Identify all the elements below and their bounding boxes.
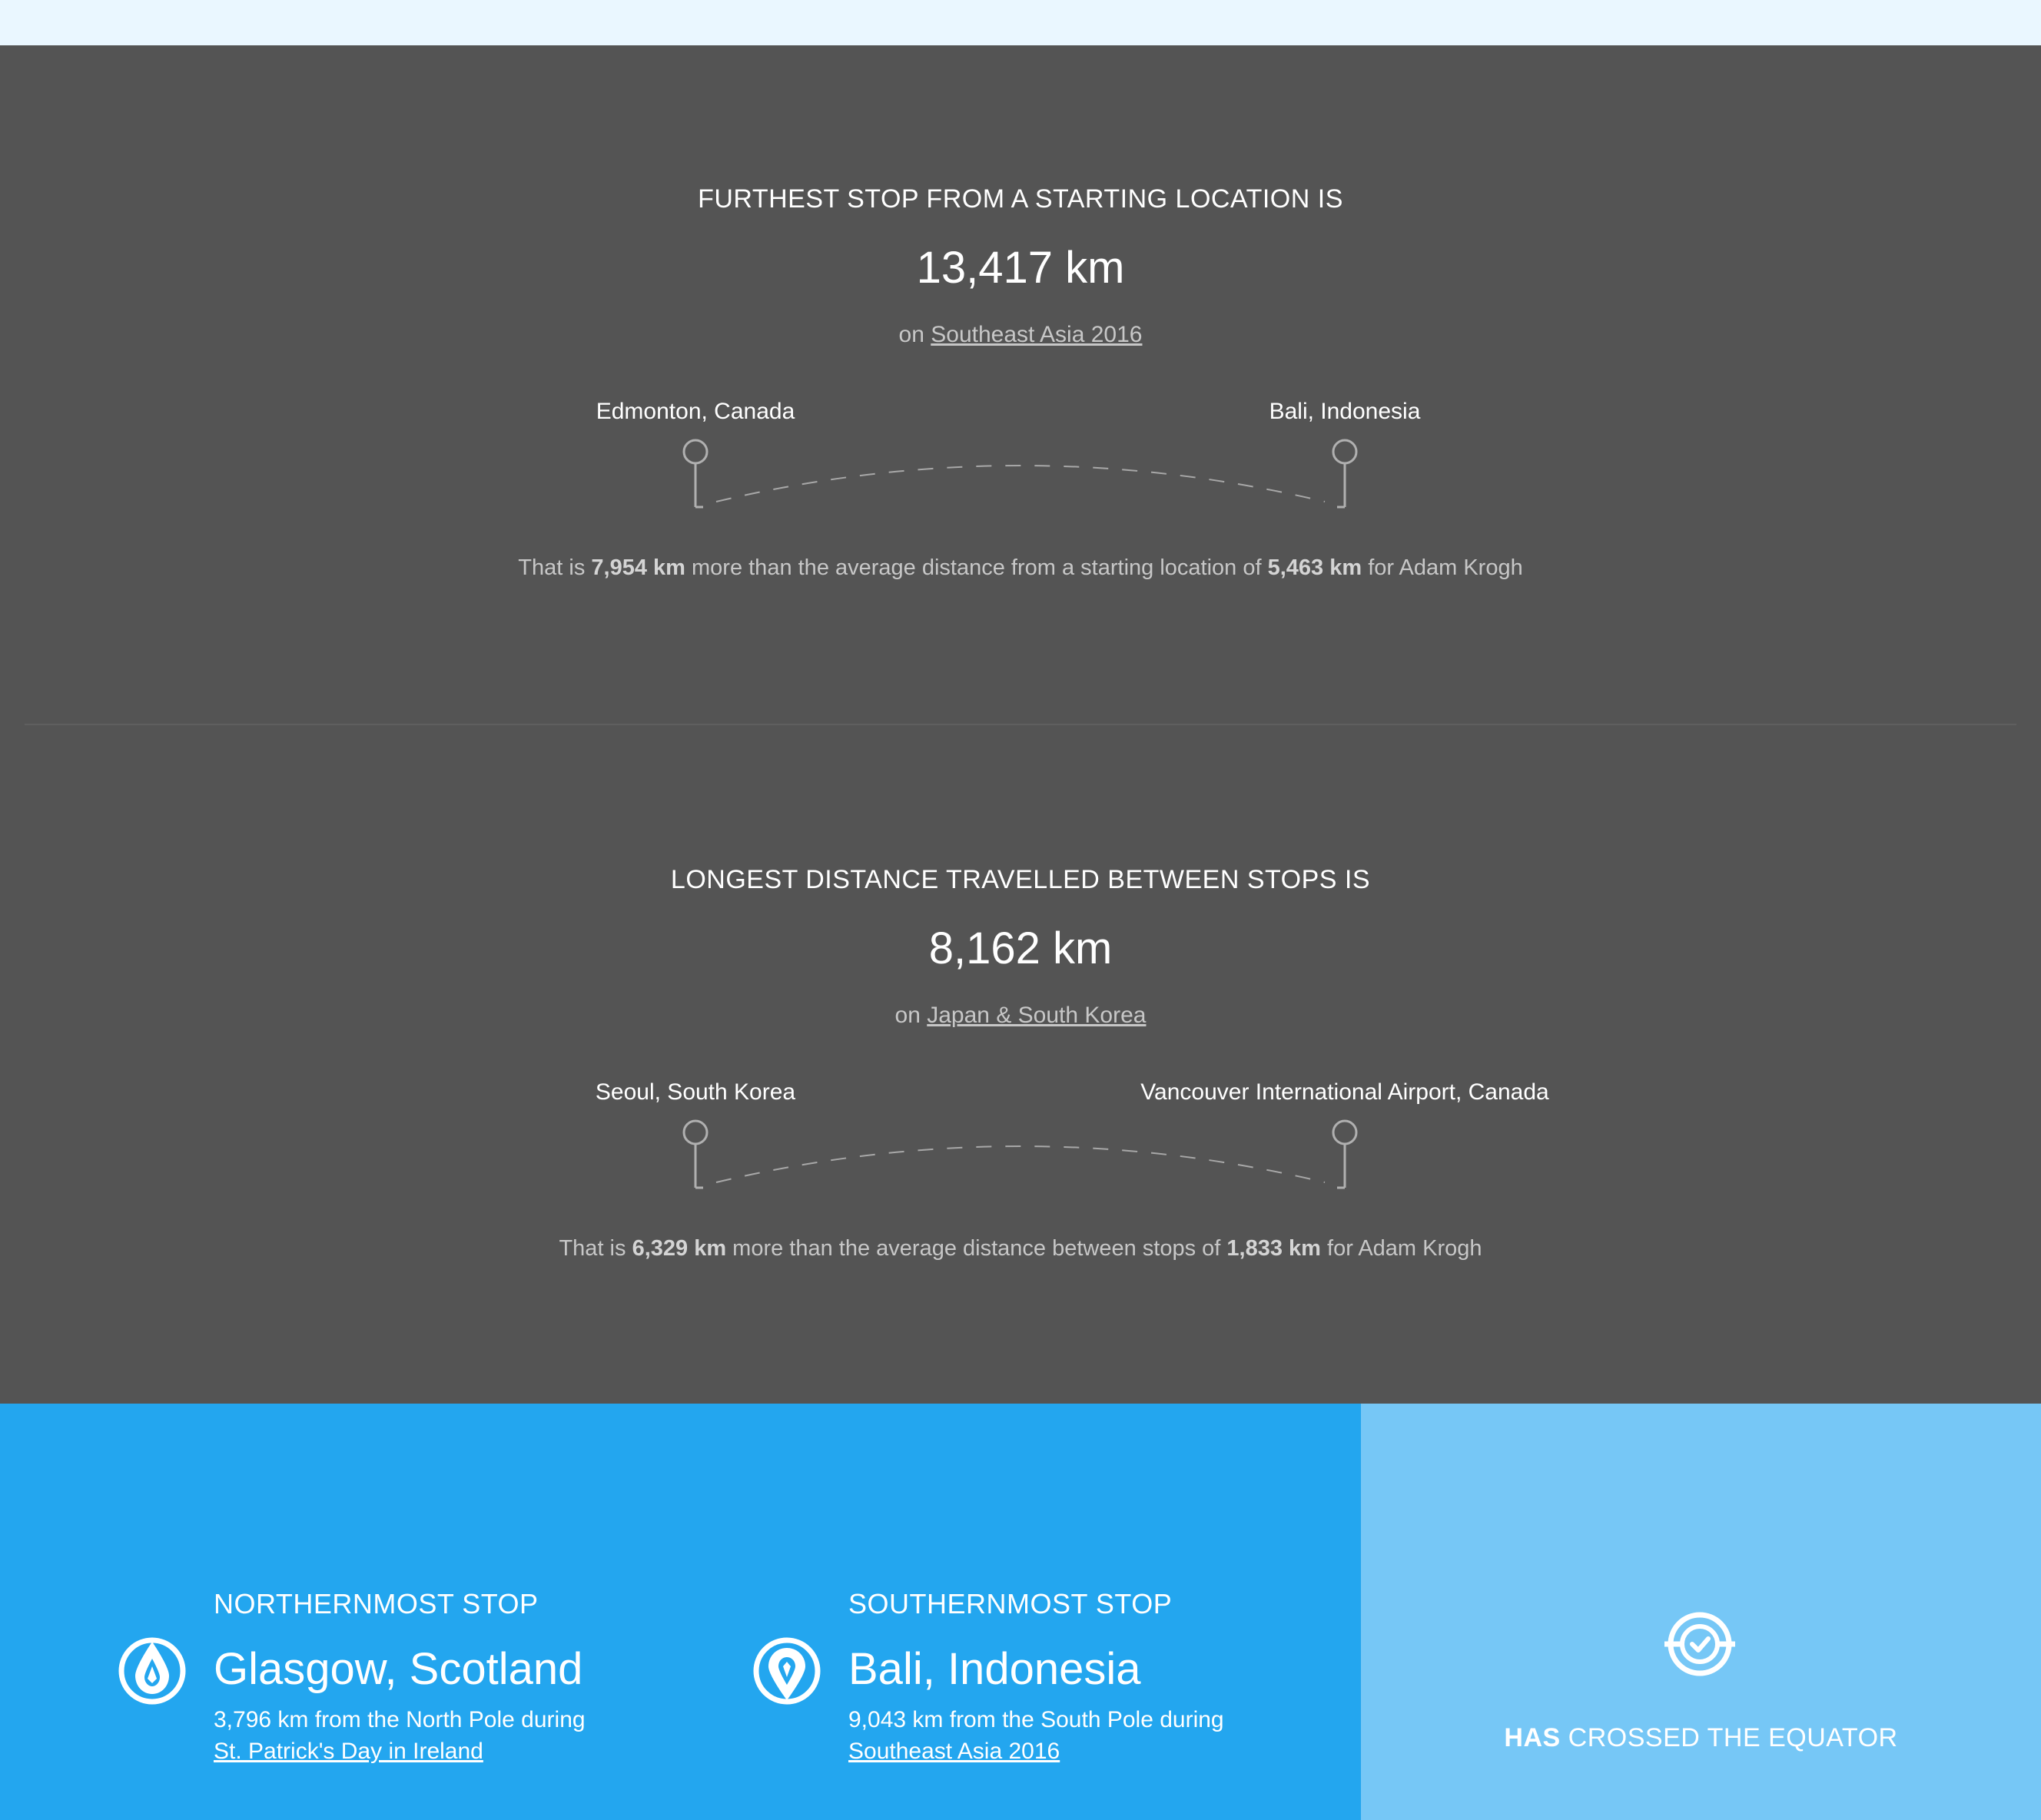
top-strip	[0, 0, 2041, 45]
section-divider	[25, 724, 2016, 725]
to-pin-icon	[1332, 439, 1358, 509]
north-pin-icon	[118, 1637, 186, 1705]
southernmost-trip-link[interactable]: Southeast Asia 2016	[848, 1739, 1060, 1765]
southernmost-label: SOUTHERNMOST STOP	[848, 1588, 1173, 1619]
route-arc-graphic	[682, 439, 1358, 509]
northernmost-trip-link[interactable]: St. Patrick's Day in Ireland	[214, 1739, 483, 1765]
longest-comparison: That is 6,329 km more than the average d…	[559, 1236, 1482, 1261]
northernmost-place: Glasgow, Scotland	[214, 1644, 583, 1694]
route-arc-graphic	[682, 1119, 1358, 1189]
furthest-diff: 7,954 km	[591, 555, 685, 580]
equator-status-rest: CROSSED THE EQUATOR	[1568, 1723, 1898, 1752]
extremes-panel: NORTHERNMOST STOP Glasgow, Scotland 3,79…	[0, 1404, 1361, 1820]
longest-average: 1,833 km	[1226, 1236, 1321, 1261]
to-pin-icon	[1332, 1119, 1358, 1189]
dashed-route-line	[715, 465, 1326, 502]
furthest-comparison: That is 7,954 km more than the average d…	[518, 555, 1523, 580]
southernmost-place: Bali, Indonesia	[848, 1644, 1141, 1694]
longest-distance-section: LONGEST DISTANCE TRAVELLED BETWEEN STOPS…	[0, 726, 2041, 1402]
south-pin-icon	[753, 1637, 821, 1705]
equator-check-icon	[1664, 1612, 1735, 1676]
furthest-stop-section: FURTHEST STOP FROM A STARTING LOCATION I…	[0, 45, 2041, 721]
southernmost-desc: 9,043 km from the South Pole during	[848, 1707, 1224, 1732]
northernmost-desc: 3,796 km from the North Pole during	[214, 1707, 586, 1732]
equator-status: HAS CROSSED THE EQUATOR	[1361, 1723, 2041, 1753]
from-pin-icon	[682, 1119, 709, 1189]
northernmost-label: NORTHERNMOST STOP	[214, 1588, 539, 1619]
dashed-route-line	[715, 1145, 1326, 1183]
furthest-average: 5,463 km	[1267, 555, 1362, 580]
equator-status-bold: HAS	[1504, 1723, 1561, 1752]
from-pin-icon	[682, 439, 709, 509]
longest-diff: 6,329 km	[632, 1236, 727, 1261]
